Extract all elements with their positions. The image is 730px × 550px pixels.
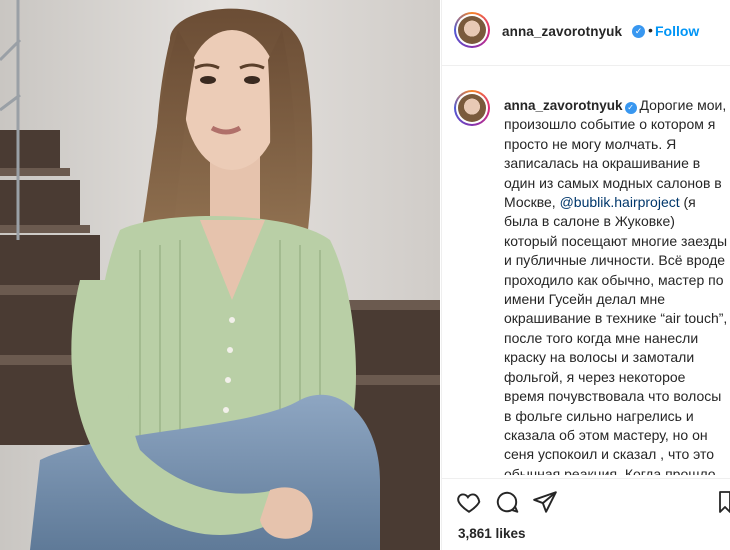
post-photo-image bbox=[0, 0, 440, 550]
action-bar bbox=[442, 478, 730, 525]
verified-icon: ✓ bbox=[632, 25, 645, 38]
caption-comment: anna_zavorotnyuk ✓ Дорогие мои, произошло … bbox=[442, 90, 730, 475]
heart-icon[interactable] bbox=[456, 489, 482, 520]
bookmark-icon[interactable] bbox=[719, 489, 730, 520]
header-username[interactable]: anna_zavorotnyuk bbox=[502, 24, 622, 39]
header-separator: • bbox=[648, 22, 653, 38]
likes-count[interactable]: 3,861 likes bbox=[458, 526, 526, 541]
caption-text: anna_zavorotnyuk ✓ Дорогие мои, произошло … bbox=[504, 96, 728, 475]
follow-button[interactable]: Follow bbox=[655, 23, 699, 39]
post-side-panel: anna_zavorotnyuk ✓ • Follow anna_zavorot… bbox=[441, 0, 730, 550]
caption-avatar[interactable] bbox=[454, 90, 490, 126]
comment-icon[interactable] bbox=[494, 489, 520, 520]
share-icon[interactable] bbox=[532, 489, 558, 520]
avatar[interactable] bbox=[454, 12, 490, 48]
caption-mention-link[interactable]: @bublik.hairproject bbox=[560, 194, 680, 210]
post-photo[interactable] bbox=[0, 0, 440, 550]
caption-body-2: (я была в салоне в Жуковке) который посе… bbox=[504, 194, 728, 475]
caption-username[interactable]: anna_zavorotnyuk bbox=[504, 98, 623, 113]
caption-verified-icon: ✓ bbox=[624, 102, 637, 114]
post-header: anna_zavorotnyuk ✓ • Follow bbox=[442, 0, 730, 66]
